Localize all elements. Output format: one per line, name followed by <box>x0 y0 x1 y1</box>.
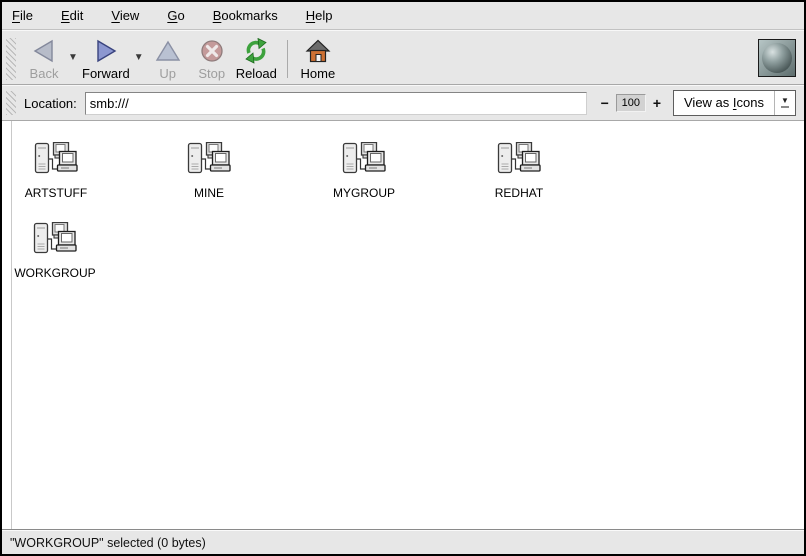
locationbar-drag-handle[interactable] <box>6 91 16 115</box>
network-workgroup-icon <box>342 142 386 181</box>
throbber <box>758 39 796 77</box>
throbber-frame <box>758 39 796 77</box>
home-icon <box>305 38 331 64</box>
reload-button[interactable]: Reload <box>234 36 279 83</box>
toolbar: Back ▼ Forward ▼ Up Stop <box>2 30 804 85</box>
view-as-arrow-button[interactable]: ▼ <box>774 91 795 115</box>
reload-label: Reload <box>236 66 277 81</box>
up-icon <box>155 38 181 64</box>
menu-edit[interactable]: Edit <box>47 4 97 27</box>
menu-view[interactable]: View <box>97 4 153 27</box>
stop-icon <box>199 38 225 64</box>
status-bar: "WORKGROUP" selected (0 bytes) <box>2 530 804 554</box>
menu-bookmarks[interactable]: Bookmarks <box>199 4 292 27</box>
icon-view[interactable]: ARTSTUFF <box>2 121 804 530</box>
workgroup-item[interactable]: WORKGROUP <box>5 222 105 280</box>
back-label: Back <box>30 66 59 81</box>
home-label: Home <box>301 66 336 81</box>
zoom-in-button[interactable]: + <box>649 93 665 113</box>
workgroup-item[interactable]: MINE <box>159 142 259 200</box>
chevron-down-icon: ▼ <box>134 52 144 63</box>
toolbar-separator <box>287 40 288 78</box>
workgroup-item[interactable]: REDHAT <box>469 142 569 200</box>
workgroup-item[interactable]: ARTSTUFF <box>6 142 106 200</box>
location-label: Location: <box>24 96 77 111</box>
forward-history-dropdown[interactable]: ▼ <box>132 44 146 70</box>
forward-icon <box>93 38 119 64</box>
dropdown-bar <box>781 106 789 108</box>
workgroup-item[interactable]: MYGROUP <box>314 142 414 200</box>
view-as-dropdown[interactable]: View as Icons ▼ <box>673 90 796 116</box>
menu-help[interactable]: Help <box>292 4 347 27</box>
workgroup-item-label: REDHAT <box>495 186 543 200</box>
back-button[interactable]: Back <box>22 36 66 83</box>
menu-go[interactable]: Go <box>153 4 198 27</box>
home-button[interactable]: Home <box>296 36 340 83</box>
location-input[interactable] <box>85 92 587 115</box>
back-icon <box>31 38 57 64</box>
menu-file[interactable]: File <box>12 4 47 27</box>
network-workgroup-icon <box>34 142 78 181</box>
forward-label: Forward <box>82 66 130 81</box>
globe-icon <box>762 43 792 73</box>
chevron-down-icon: ▼ <box>781 98 789 104</box>
menubar: File Edit View Go Bookmarks Help <box>2 2 804 30</box>
network-workgroup-icon <box>497 142 541 181</box>
forward-button[interactable]: Forward <box>80 36 132 83</box>
workgroup-item-label: MINE <box>194 186 224 200</box>
status-text: "WORKGROUP" selected (0 bytes) <box>10 536 206 550</box>
zoom-out-button[interactable]: − <box>597 93 613 113</box>
workgroup-item-label: ARTSTUFF <box>25 186 87 200</box>
location-bar: Location: − 100 + View as Icons ▼ <box>2 85 804 121</box>
zoom-control: − 100 + <box>597 93 665 113</box>
toolbar-drag-handle[interactable] <box>6 38 16 80</box>
view-as-label: View as Icons <box>674 91 774 115</box>
workgroup-item-label: MYGROUP <box>333 186 395 200</box>
reload-icon <box>243 38 269 64</box>
up-button[interactable]: Up <box>146 36 190 83</box>
stop-label: Stop <box>198 66 225 81</box>
file-manager-window: File Edit View Go Bookmarks Help Back ▼ … <box>0 0 806 556</box>
workgroup-item-label: WORKGROUP <box>14 266 95 280</box>
up-label: Up <box>159 66 176 81</box>
back-history-dropdown[interactable]: ▼ <box>66 44 80 70</box>
stop-button[interactable]: Stop <box>190 36 234 83</box>
chevron-down-icon: ▼ <box>68 52 78 63</box>
network-workgroup-icon <box>187 142 231 181</box>
network-workgroup-icon <box>33 222 77 261</box>
zoom-level-indicator[interactable]: 100 <box>616 94 646 112</box>
